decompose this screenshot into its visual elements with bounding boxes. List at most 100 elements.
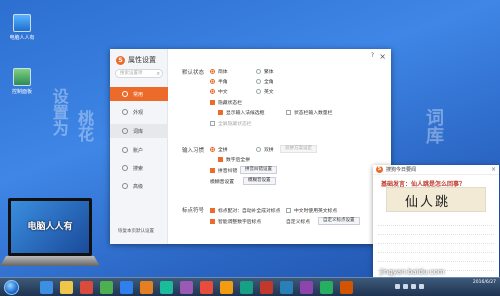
radio-chinese[interactable]: 中文 bbox=[210, 88, 228, 95]
restore-defaults-link[interactable]: 恢复本页默认设置 bbox=[118, 228, 154, 234]
media-player-icon[interactable] bbox=[80, 281, 93, 294]
nav-item-advanced[interactable]: 高级 bbox=[110, 179, 168, 193]
tray-icon[interactable] bbox=[411, 284, 416, 289]
app-icon[interactable] bbox=[160, 281, 173, 294]
checkbox-fuzzy-correct[interactable]: 拼音纠错 bbox=[210, 167, 237, 174]
help-icon[interactable]: ? bbox=[371, 52, 374, 59]
radio-traditional[interactable]: 繁体 bbox=[256, 68, 274, 75]
news-header-title: 搜狗今日要闻 bbox=[386, 167, 417, 173]
fuzzy-sound-text: 模糊音设置 bbox=[210, 180, 234, 185]
checkbox-smart-punct[interactable]: 智能调整数字后标点 bbox=[210, 218, 261, 225]
checkbox-quick-input[interactable]: 数字后全拼 bbox=[218, 156, 250, 163]
radio-indicator bbox=[256, 69, 261, 74]
nav-account-icon bbox=[122, 147, 128, 153]
settings-search-input[interactable]: 搜索设置项 ⌕ bbox=[115, 69, 163, 78]
tray-icon[interactable] bbox=[403, 284, 408, 289]
checkbox-indicator bbox=[210, 219, 215, 224]
radio-simplified[interactable]: 简体 bbox=[210, 68, 228, 75]
radio-indicator bbox=[210, 79, 215, 84]
desktop-icon-label: 电脑人人有 bbox=[9, 35, 35, 41]
radio-indicator bbox=[210, 69, 215, 74]
checkbox-show-candidate[interactable]: 显示输入法候选框 bbox=[218, 109, 264, 116]
news-list-item[interactable] bbox=[378, 235, 494, 244]
start-button[interactable] bbox=[4, 280, 19, 295]
checkbox-auto-adjust[interactable]: 全屏隐藏状态栏 bbox=[210, 120, 252, 127]
window-title-text: 属性设置 bbox=[128, 56, 156, 64]
nav-item-label: 词库 bbox=[133, 128, 144, 135]
checkbox-label: 拼音纠错 bbox=[218, 169, 238, 174]
nav-item-label: 常用 bbox=[133, 91, 144, 98]
radio-indicator bbox=[256, 79, 261, 84]
news-image[interactable]: 仙人跳 bbox=[386, 187, 486, 212]
close-button[interactable]: × bbox=[379, 52, 386, 61]
app-icon[interactable] bbox=[200, 281, 213, 294]
custom-punct-text: 自定义标点 bbox=[286, 220, 310, 225]
nav-item-common[interactable]: 常用 bbox=[110, 87, 168, 101]
desktop-icon-computer[interactable]: 电脑人人有 bbox=[2, 14, 42, 41]
checkbox-indicator bbox=[210, 100, 215, 105]
wallpaper-text-2: 桃花 bbox=[75, 110, 94, 142]
nav-item-label: 外观 bbox=[133, 109, 144, 116]
fuzzy-sound-label: 模糊音设置 bbox=[210, 178, 234, 185]
checkbox-indicator bbox=[286, 110, 291, 115]
app-icon[interactable] bbox=[280, 281, 293, 294]
nav-item-account[interactable]: 账户 bbox=[110, 143, 168, 157]
checkbox-label: 隐藏状态栏 bbox=[218, 101, 242, 106]
fuzzy-sound-settings-button[interactable]: 模糊音设置 bbox=[243, 177, 276, 185]
nav-item-label: 搜索 bbox=[133, 165, 144, 172]
nav-item-lexicon[interactable]: 词库 bbox=[110, 124, 168, 138]
wallpaper-text-3: 词库 bbox=[423, 108, 444, 144]
radio-label: 简体 bbox=[218, 70, 228, 75]
news-list-item[interactable] bbox=[378, 253, 494, 262]
app-icon[interactable] bbox=[340, 281, 353, 294]
search-icon[interactable]: ⌕ bbox=[157, 70, 160, 77]
checkbox-indicator bbox=[210, 208, 215, 213]
news-list-item[interactable] bbox=[378, 226, 494, 235]
search-placeholder: 搜索设置项 bbox=[120, 71, 143, 76]
news-close-button[interactable]: × bbox=[491, 166, 496, 173]
ie-icon[interactable] bbox=[40, 281, 53, 294]
checkbox-auto-pair[interactable]: 标点配对：自动补全成对标点 bbox=[210, 207, 280, 214]
custom-punct-settings-button[interactable]: 自定义标点设置 bbox=[318, 217, 360, 225]
radio-english[interactable]: 英文 bbox=[256, 88, 274, 95]
nav-item-appearance[interactable]: 外观 bbox=[110, 105, 168, 119]
news-list-item[interactable] bbox=[378, 244, 494, 253]
laptop-logo: 电脑人人有 bbox=[0, 198, 100, 272]
app-icon[interactable] bbox=[260, 281, 273, 294]
checkbox-hide-status-bar[interactable]: 隐藏状态栏 bbox=[210, 99, 242, 106]
checkbox-chinese-english-punct[interactable]: 中文时使用英文标点 bbox=[286, 207, 337, 214]
radio-half-width[interactable]: 半角 bbox=[210, 78, 228, 85]
nav-item-search[interactable]: 搜索 bbox=[110, 161, 168, 175]
radio-label: 全拼 bbox=[218, 148, 228, 153]
tray-icon[interactable] bbox=[419, 284, 424, 289]
nav-item-label: 高级 bbox=[133, 183, 144, 190]
nav-item-label: 账户 bbox=[133, 147, 144, 154]
app-icon[interactable] bbox=[140, 281, 153, 294]
checkbox-status-bar-note[interactable]: 状态栏输入数量栏 bbox=[286, 109, 332, 116]
news-list-item[interactable] bbox=[378, 217, 494, 226]
app-icon[interactable] bbox=[300, 281, 313, 294]
checkbox-label: 智能调整数字后标点 bbox=[218, 220, 262, 225]
chat-icon[interactable] bbox=[120, 281, 133, 294]
app-icon[interactable] bbox=[240, 281, 253, 294]
folder-icon[interactable] bbox=[60, 281, 73, 294]
browser-icon[interactable] bbox=[100, 281, 113, 294]
app-icon[interactable] bbox=[220, 281, 233, 294]
tray-icon[interactable] bbox=[395, 284, 400, 289]
shuangpin-scheme-button[interactable]: 双拼方案设定 bbox=[280, 145, 317, 153]
radio-indicator bbox=[256, 89, 261, 94]
app-icon[interactable] bbox=[320, 281, 333, 294]
nav-search-icon bbox=[122, 165, 128, 171]
fuzzy-correct-settings-button[interactable]: 拼音纠错设置 bbox=[240, 166, 277, 174]
radio-label: 繁体 bbox=[264, 70, 274, 75]
radio-indicator bbox=[256, 147, 261, 152]
radio-full-width[interactable]: 全角 bbox=[256, 78, 274, 85]
desktop-icon-control-panel[interactable]: 控制面板 bbox=[2, 68, 42, 95]
system-clock[interactable]: 2016/6/27 bbox=[473, 279, 496, 286]
radio-label: 英文 bbox=[264, 90, 274, 95]
radio-shuangpin[interactable]: 双拼 bbox=[256, 146, 274, 153]
news-popup: S 搜狗今日要闻 × 基础发言：仙人跳是怎么回事？ 仙人跳 bbox=[373, 165, 499, 277]
section-label-default-state: 默认状态 bbox=[182, 70, 205, 76]
app-icon[interactable] bbox=[180, 281, 193, 294]
radio-full-pinyin[interactable]: 全拼 bbox=[210, 146, 228, 153]
